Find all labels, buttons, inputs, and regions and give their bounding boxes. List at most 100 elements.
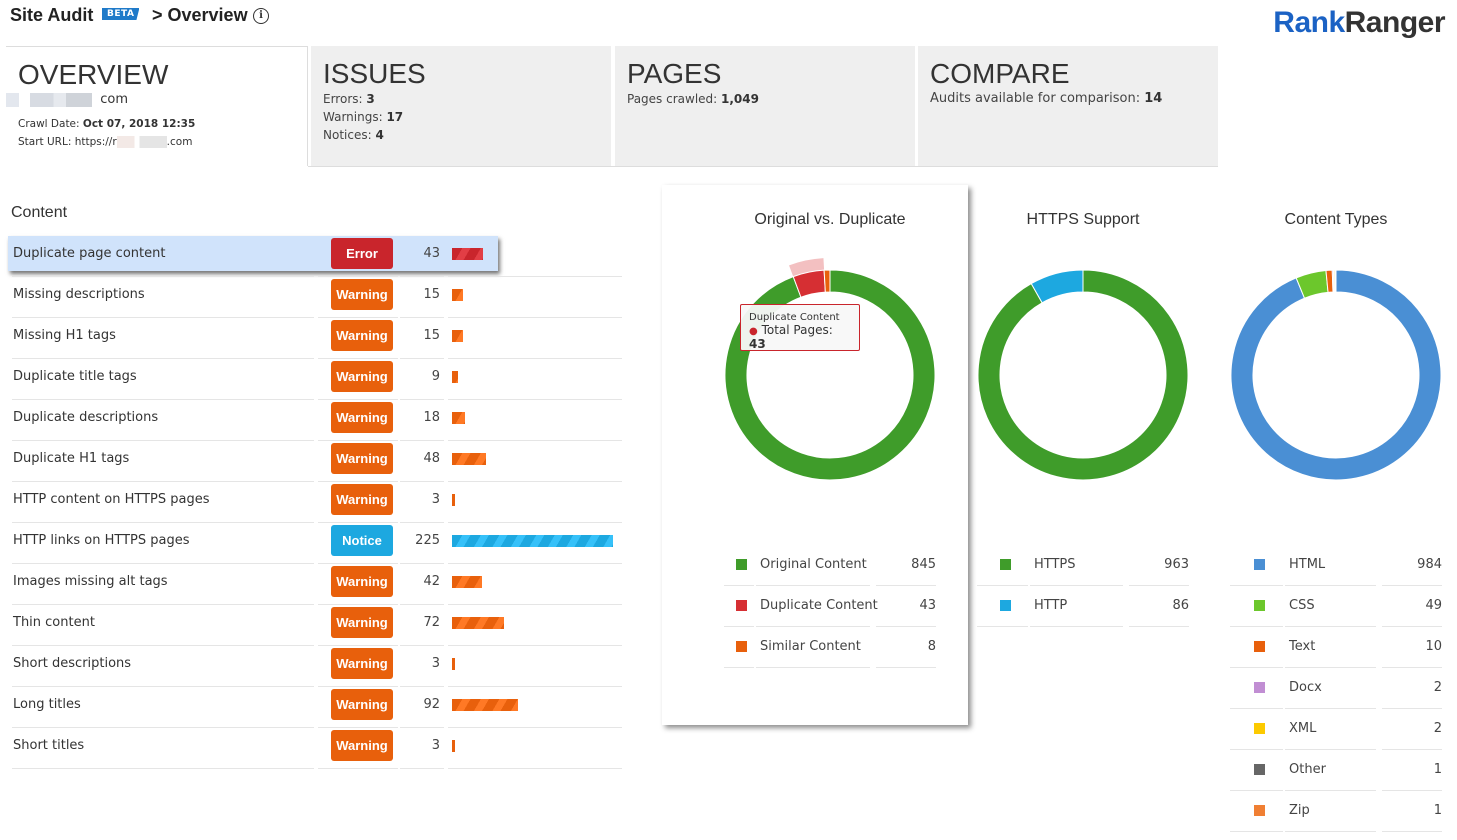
issue-label[interactable]: Images missing alt tags: [13, 564, 168, 599]
legend-value: 2: [1433, 721, 1442, 736]
issue-label[interactable]: Missing H1 tags: [13, 318, 116, 353]
legend-divider: [724, 667, 754, 668]
compare-card[interactable]: COMPARE Audits available for comparison:…: [918, 46, 1218, 166]
severity-badge: Warning: [331, 320, 393, 351]
errors-count: Errors: 3: [323, 92, 375, 106]
issue-label[interactable]: Long titles: [13, 687, 81, 722]
pages-card[interactable]: PAGES Pages crawled: 1,049: [615, 46, 915, 166]
issue-bar: [452, 330, 463, 342]
legend-swatch: [736, 600, 747, 611]
issue-bar: [452, 371, 458, 383]
severity-badge: Warning: [331, 689, 393, 720]
issue-bar: [452, 289, 463, 301]
chart-tooltip: Duplicate Content ● Total Pages: 43: [740, 304, 860, 351]
legend-item[interactable]: CSS 49: [1230, 586, 1442, 627]
severity-badge: Error: [331, 238, 393, 269]
issue-label[interactable]: Short titles: [13, 728, 84, 763]
issue-row[interactable]: Missing descriptions Warning 15: [8, 277, 622, 318]
beta-badge: BETA: [102, 8, 140, 20]
content-heading: Content: [11, 204, 68, 221]
issues-title: ISSUES: [323, 58, 426, 89]
issue-count: 3: [431, 656, 440, 671]
issue-label[interactable]: Duplicate page content: [13, 236, 165, 271]
legend-value: 8: [927, 639, 936, 654]
issue-count: 15: [423, 328, 440, 343]
legend-item[interactable]: Similar Content 8: [724, 627, 936, 668]
legend-item[interactable]: Duplicate Content 43: [724, 586, 936, 627]
legend-divider: [876, 667, 936, 668]
issue-count: 92: [423, 697, 440, 712]
compare-title: COMPARE: [930, 58, 1070, 89]
donut-slice[interactable]: [977, 269, 1189, 481]
issue-label[interactable]: Duplicate title tags: [13, 359, 137, 394]
issue-label[interactable]: Short descriptions: [13, 646, 131, 681]
info-icon[interactable]: i: [253, 8, 269, 24]
legend-value: 1: [1433, 803, 1442, 818]
donut-slice[interactable]: [1030, 269, 1084, 304]
issue-label[interactable]: Thin content: [13, 605, 95, 640]
issue-label[interactable]: Duplicate descriptions: [13, 400, 158, 435]
issue-row[interactable]: HTTP content on HTTPS pages Warning 3: [8, 482, 622, 523]
legend-item[interactable]: XML 2: [1230, 709, 1442, 750]
issue-row[interactable]: Duplicate H1 tags Warning 48: [8, 441, 622, 482]
issue-label[interactable]: HTTP links on HTTPS pages: [13, 523, 190, 558]
donut-slice[interactable]: [1334, 269, 1337, 293]
issue-bar: [452, 658, 455, 670]
legend-item[interactable]: Original Content 845: [724, 545, 936, 586]
issues-card[interactable]: ISSUES Errors: 3 Warnings: 17 Notices: 4: [311, 46, 611, 166]
legend-item[interactable]: HTTPS 963: [977, 545, 1189, 586]
legend-label: Similar Content: [760, 639, 861, 654]
severity-badge: Warning: [331, 402, 393, 433]
donut-slice[interactable]: [823, 269, 831, 293]
legend-divider: [1129, 626, 1189, 627]
issue-row[interactable]: Duplicate page content Error 43: [8, 236, 622, 277]
tooltip-title: Duplicate Content: [749, 312, 840, 323]
issue-row[interactable]: HTTP links on HTTPS pages Notice 225: [8, 523, 622, 564]
issue-row[interactable]: Missing H1 tags Warning 15: [8, 318, 622, 359]
legend-value: 86: [1172, 598, 1189, 613]
issue-row[interactable]: Short descriptions Warning 3: [8, 646, 622, 687]
issue-row[interactable]: Duplicate descriptions Warning 18: [8, 400, 622, 441]
legend-label: Other: [1289, 762, 1326, 777]
overview-card[interactable]: OVERVIEW com Crawl Date: Oct 07, 2018 12…: [6, 46, 308, 166]
issue-label[interactable]: Duplicate H1 tags: [13, 441, 129, 476]
issue-count: 72: [423, 615, 440, 630]
issue-bar: [452, 494, 455, 506]
issue-label[interactable]: Missing descriptions: [13, 277, 145, 312]
breadcrumb: > Overview: [152, 5, 248, 25]
legend-item[interactable]: HTTP 86: [977, 586, 1189, 627]
legend-label: XML: [1289, 721, 1317, 736]
issue-row[interactable]: Long titles Warning 92: [8, 687, 622, 728]
donut-slice[interactable]: [724, 269, 936, 481]
issue-bar: [452, 740, 455, 752]
rankranger-logo[interactable]: RankRanger: [1273, 6, 1445, 40]
legend-item[interactable]: HTML 984: [1230, 545, 1442, 586]
start-url: Start URL: https://r .com: [18, 136, 193, 148]
issue-row[interactable]: Duplicate title tags Warning 9: [8, 359, 622, 400]
logo-ranger: Ranger: [1344, 6, 1446, 39]
warnings-count: Warnings: 17: [323, 110, 404, 124]
donut-slice[interactable]: [1230, 269, 1442, 481]
issue-row[interactable]: Images missing alt tags Warning 42: [8, 564, 622, 605]
issue-row[interactable]: Thin content Warning 72: [8, 605, 622, 646]
issue-bar: [452, 699, 518, 711]
legend-divider: [1285, 831, 1376, 832]
legend-item[interactable]: Other 1: [1230, 750, 1442, 791]
issue-row[interactable]: Short titles Warning 3: [8, 728, 622, 769]
severity-badge: Warning: [331, 279, 393, 310]
legend-item[interactable]: Text 10: [1230, 627, 1442, 668]
severity-badge: Warning: [331, 648, 393, 679]
legend-item[interactable]: Zip 1: [1230, 791, 1442, 832]
row-divider: [318, 768, 398, 769]
issue-label[interactable]: HTTP content on HTTPS pages: [13, 482, 210, 517]
pages-crawled: Pages crawled: 1,049: [627, 92, 759, 106]
legend-item[interactable]: Docx 2: [1230, 668, 1442, 709]
legend-value: 10: [1425, 639, 1442, 654]
issue-bar: [452, 248, 483, 260]
severity-badge: Warning: [331, 607, 393, 638]
severity-badge: Warning: [331, 484, 393, 515]
legend-swatch: [1254, 641, 1265, 652]
issue-bar: [452, 576, 482, 588]
notices-count: Notices: 4: [323, 128, 384, 142]
pages-title: PAGES: [627, 58, 722, 89]
